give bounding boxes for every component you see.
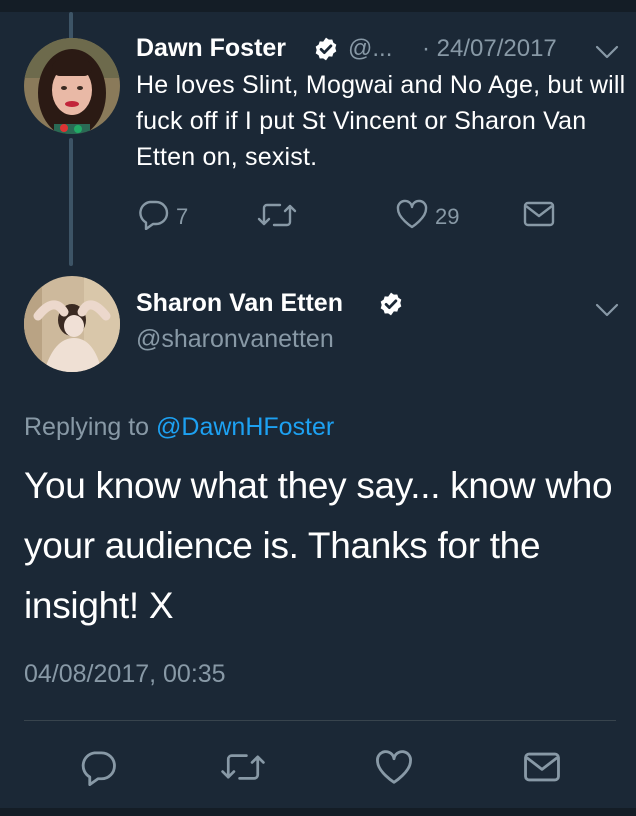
retweet-button[interactable]	[220, 750, 266, 789]
retweet-icon	[220, 754, 266, 788]
envelope-icon	[522, 200, 556, 234]
retweet-icon	[257, 200, 297, 236]
reply-icon	[78, 751, 118, 790]
envelope-icon	[522, 752, 562, 788]
heart-icon	[374, 750, 414, 790]
reply-count: 7	[176, 204, 189, 229]
chevron-down-icon[interactable]	[593, 300, 621, 325]
thread-connector	[69, 138, 73, 266]
reply-button[interactable]: 7	[136, 198, 188, 236]
tweet2-text: You know what they say... know who your …	[24, 465, 613, 626]
tweet2-timestamp: 04/08/2017, 00:35	[24, 660, 226, 688]
tweet2-handle[interactable]: @sharonvanetten	[136, 325, 334, 354]
reply-icon	[136, 198, 170, 236]
top-edge	[0, 0, 636, 12]
thread-connector-top	[69, 12, 73, 40]
tweet1-text: He loves Slint, Mogwai and No Age, but w…	[136, 71, 626, 171]
like-count: 29	[435, 204, 460, 229]
verified-badge-icon	[313, 36, 339, 67]
tweet1-author-name[interactable]: Dawn Foster	[136, 34, 286, 63]
direct-message-button[interactable]	[522, 750, 562, 789]
like-button[interactable]: 29	[395, 198, 459, 236]
bottom-edge	[0, 808, 636, 816]
avatar-dawn-foster[interactable]	[24, 38, 120, 134]
retweet-button[interactable]	[257, 200, 303, 236]
tweet1-handle[interactable]: @...	[348, 35, 392, 63]
tweet2-author-name[interactable]: Sharon Van Etten	[136, 289, 343, 318]
direct-message-button[interactable]	[522, 200, 556, 234]
heart-icon	[395, 198, 429, 236]
reply-button[interactable]	[78, 748, 118, 791]
like-button[interactable]	[374, 748, 414, 791]
verified-badge-icon	[378, 291, 404, 322]
chevron-down-icon[interactable]	[593, 42, 621, 67]
replying-to-handle-link[interactable]: @DawnHFoster	[156, 413, 334, 441]
replying-to-label: Replying to	[24, 413, 150, 441]
tweet1-date[interactable]: · 24/07/2017	[422, 35, 557, 63]
tweet-thread-view: Dawn Foster @... · 24/07/2017 He loves S…	[0, 0, 636, 816]
divider	[24, 720, 616, 721]
avatar-sharon-van-etten[interactable]	[24, 276, 120, 372]
replying-to-line: Replying to @DawnHFoster	[24, 413, 334, 442]
